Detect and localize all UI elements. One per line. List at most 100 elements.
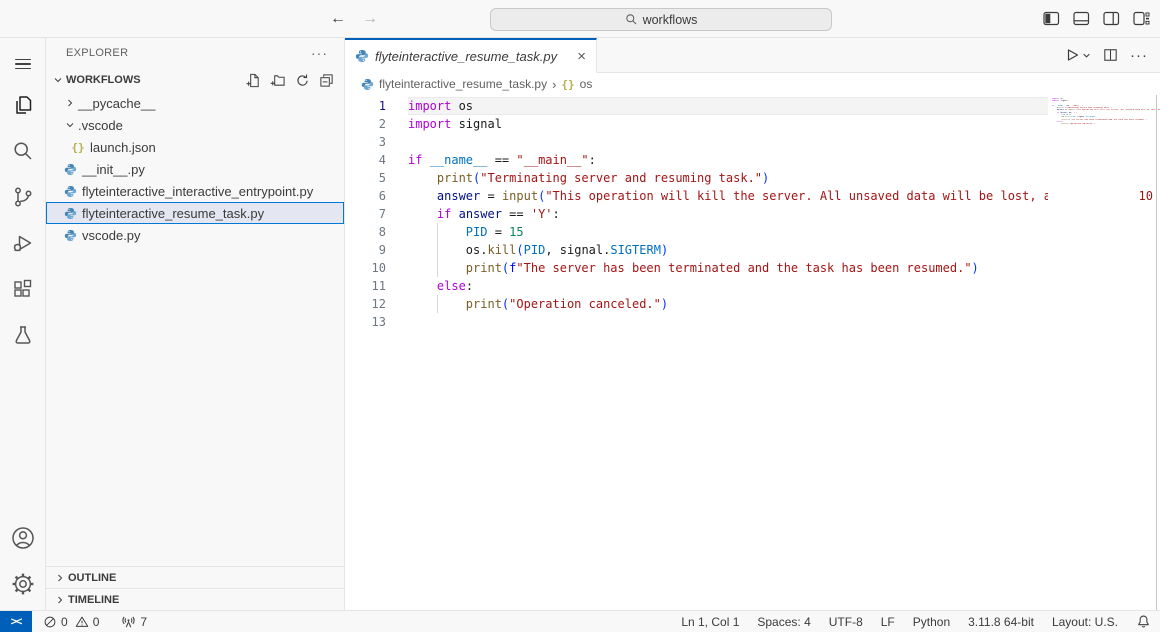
chevron-right-icon [64, 97, 76, 109]
tree-item--vscode[interactable]: .vscode [46, 114, 344, 136]
code-line-3[interactable] [408, 133, 1048, 151]
chevron-right-icon [54, 594, 66, 606]
code-line-10[interactable]: print(f"The server has been terminated a… [408, 259, 1048, 277]
code-line-4[interactable]: if __name__ == "__main__": [408, 151, 1048, 169]
line-number[interactable]: 1 [345, 97, 408, 115]
code-line-1[interactable]: import os [408, 97, 1048, 115]
json-file-icon: {} [71, 141, 84, 154]
status-encoding[interactable]: UTF-8 [820, 611, 872, 632]
toggle-secondary-sidebar-icon[interactable] [1103, 11, 1120, 26]
breadcrumb-file[interactable]: flyteinteractive_resume_task.py [379, 77, 547, 91]
timeline-label: TIMELINE [68, 594, 119, 606]
line-number[interactable]: 7 [345, 205, 408, 223]
tree-item-launch-json[interactable]: {} launch.json [46, 136, 344, 158]
activity-testing[interactable] [0, 312, 46, 358]
close-tab-icon[interactable]: × [577, 49, 586, 64]
code-line-7[interactable]: if answer == 'Y': [408, 205, 1048, 223]
status-keyboard-layout[interactable]: Layout: U.S. [1043, 611, 1127, 632]
tree-item-flyteinteractive-resume-task-py[interactable]: flyteinteractive_resume_task.py [46, 202, 344, 224]
warning-icon [75, 615, 89, 629]
editor-more-actions[interactable]: ··· [1130, 47, 1148, 64]
run-python-file-button[interactable] [1064, 47, 1091, 63]
activity-extensions[interactable] [0, 266, 46, 312]
code-line-5[interactable]: print("Terminating server and resuming t… [408, 169, 1048, 187]
toggle-panel-icon[interactable] [1073, 11, 1090, 26]
chevron-down-icon [1082, 51, 1091, 60]
customize-layout-icon[interactable] [1133, 11, 1150, 26]
code-line-13[interactable] [408, 313, 1048, 331]
line-number[interactable]: 6 [345, 187, 408, 205]
python-file-icon [64, 185, 77, 198]
command-center-search[interactable]: workflows [490, 8, 832, 31]
line-number[interactable]: 8 [345, 223, 408, 241]
status-bar: >< 0 0 7 Ln 1, Col 1Spaces: 4UTF-8LFPyth… [0, 610, 1160, 632]
line-number[interactable]: 2 [345, 115, 408, 133]
forward-arrow-icon[interactable]: → [362, 10, 378, 28]
activity-search[interactable] [0, 128, 46, 174]
tab-flyteinteractive-resume-task[interactable]: flyteinteractive_resume_task.py × [345, 38, 597, 73]
line-number[interactable]: 9 [345, 241, 408, 259]
timeline-section-header[interactable]: TIMELINE [46, 588, 344, 610]
explorer-more-actions[interactable]: ··· [311, 45, 328, 61]
line-number[interactable]: 10 [345, 259, 408, 277]
workspace-section-header[interactable]: WORKFLOWS [46, 68, 344, 92]
notifications-bell[interactable] [1127, 611, 1160, 632]
python-file-icon [361, 78, 374, 91]
activity-bar [0, 38, 46, 610]
remote-indicator[interactable]: >< [0, 611, 32, 632]
error-count: 0 [61, 615, 68, 629]
code-line-11[interactable]: else: [408, 277, 1048, 295]
tree-item-flyteinteractive-interactive-entrypoint-py[interactable]: flyteinteractive_interactive_entrypoint.… [46, 180, 344, 202]
beaker-icon [11, 323, 35, 347]
tree-item--init-py[interactable]: __init__.py [46, 158, 344, 180]
problems-indicator[interactable]: 0 0 [36, 611, 106, 632]
line-number[interactable]: 4 [345, 151, 408, 169]
line-number[interactable]: 11 [345, 277, 408, 295]
status-eol[interactable]: LF [872, 611, 904, 632]
outline-section-header[interactable]: OUTLINE [46, 566, 344, 588]
code-line-8[interactable]: PID = 15 [408, 223, 1048, 241]
status-python-interpreter[interactable]: 3.11.8 64-bit [959, 611, 1043, 632]
line-number[interactable]: 5 [345, 169, 408, 187]
line-number[interactable]: 3 [345, 133, 408, 151]
chevron-right-icon [54, 572, 66, 584]
status-indentation[interactable]: Spaces: 4 [748, 611, 819, 632]
breadcrumb-symbol[interactable]: os [580, 77, 593, 91]
python-file-icon [355, 49, 369, 63]
scrollbar-track[interactable] [1156, 95, 1157, 610]
line-number[interactable]: 13 [345, 313, 408, 331]
code-line-12[interactable]: print("Operation canceled.") [408, 295, 1048, 313]
code-line-2[interactable]: import signal [408, 115, 1048, 133]
file-label: __init__.py [82, 162, 145, 177]
status-language-mode[interactable]: Python [904, 611, 959, 632]
code-editor[interactable]: 12345678910111213 import osimport signal… [345, 95, 1160, 610]
refresh-icon[interactable] [295, 73, 310, 88]
activity-explorer[interactable] [0, 82, 46, 128]
split-editor-icon[interactable] [1103, 48, 1118, 62]
toggle-primary-sidebar-icon[interactable] [1043, 11, 1060, 26]
activity-source-control[interactable] [0, 174, 46, 220]
code-line-6[interactable]: answer = input("This operation will kill… [408, 187, 1048, 205]
line-number[interactable]: 12 [345, 295, 408, 313]
accounts-button[interactable] [0, 518, 46, 558]
application-menu-button[interactable] [0, 46, 46, 82]
search-icon [625, 13, 638, 26]
tree-item-vscode-py[interactable]: vscode.py [46, 224, 344, 246]
new-folder-icon[interactable] [270, 73, 286, 88]
file-label: launch.json [90, 140, 156, 155]
new-file-icon[interactable] [246, 73, 261, 88]
minimap[interactable]: import osimport signalif __name__ == "__… [1048, 95, 1160, 610]
ports-indicator[interactable]: 7 [114, 611, 154, 632]
code-line-9[interactable]: os.kill(PID, signal.SIGTERM) [408, 241, 1048, 259]
code-lines[interactable]: import osimport signal if __name__ == "__… [408, 95, 1048, 610]
line-number-gutter[interactable]: 12345678910111213 [345, 95, 408, 610]
status-cursor-position[interactable]: Ln 1, Col 1 [672, 611, 748, 632]
tree-item--pycache-[interactable]: __pycache__ [46, 92, 344, 114]
back-arrow-icon[interactable]: ← [330, 10, 346, 28]
search-value: workflows [643, 13, 698, 27]
activity-run-debug[interactable] [0, 220, 46, 266]
vscode-window: ← → workflows [0, 0, 1160, 632]
settings-button[interactable] [0, 564, 46, 604]
breadcrumb-separator: › [552, 77, 556, 92]
collapse-all-icon[interactable] [319, 73, 334, 88]
